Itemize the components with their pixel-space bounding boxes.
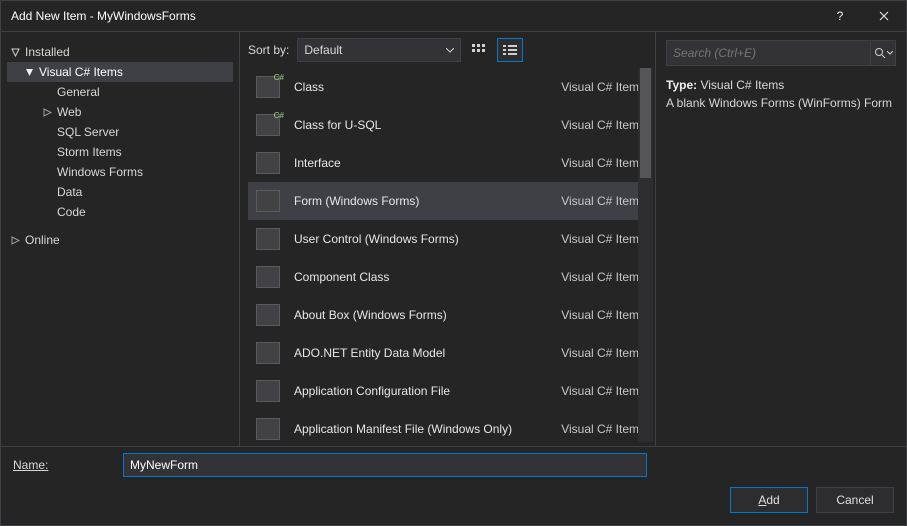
tree-node-child[interactable]: Data	[7, 182, 233, 202]
template-item[interactable]: C#Class for U-SQL Visual C# Items	[248, 106, 653, 144]
template-item[interactable]: C#Class Visual C# Items	[248, 68, 653, 106]
template-icon: C#	[248, 68, 288, 106]
expand-icon	[43, 88, 52, 97]
tree-node-child[interactable]: General	[7, 82, 233, 102]
expand-icon	[43, 128, 52, 137]
template-category: Visual C# Items	[561, 422, 645, 436]
name-label: NName:ame:	[13, 458, 113, 472]
add-button[interactable]: AddAdd	[730, 487, 808, 513]
template-name: Application Manifest File (Windows Only)	[288, 422, 553, 436]
tree-node-child[interactable]: Code	[7, 202, 233, 222]
search-button[interactable]	[870, 41, 895, 65]
template-name: User Control (Windows Forms)	[288, 232, 553, 246]
template-item[interactable]: Interface Visual C# Items	[248, 144, 653, 182]
close-icon	[879, 11, 889, 21]
footer: NName:ame: AddAdd Cancel	[1, 446, 906, 525]
search-box[interactable]	[666, 40, 896, 66]
close-button[interactable]	[862, 1, 906, 31]
expand-icon	[43, 208, 52, 217]
info-panel: Type: Visual C# Items A blank Windows Fo…	[656, 32, 906, 446]
tree-node-child[interactable]: Web	[7, 102, 233, 122]
window-title: Add New Item - MyWindowsForms	[11, 9, 818, 23]
template-icon	[248, 220, 288, 258]
view-details-button[interactable]	[497, 38, 523, 62]
chevron-down-icon	[887, 51, 893, 55]
template-category: Visual C# Items	[561, 118, 645, 132]
template-icon	[248, 334, 288, 372]
template-item[interactable]: About Box (Windows Forms) Visual C# Items	[248, 296, 653, 334]
toolbar: Sort by: Default	[240, 32, 655, 64]
expand-icon	[43, 108, 52, 117]
template-category: Visual C# Items	[561, 384, 645, 398]
scrollbar[interactable]	[638, 68, 653, 442]
dialog-window: Add New Item - MyWindowsForms ? Installe…	[0, 0, 907, 526]
expand-icon	[43, 168, 52, 177]
template-item[interactable]: ADO.NET Entity Data Model Visual C# Items	[248, 334, 653, 372]
template-category: Visual C# Items	[561, 232, 645, 246]
template-icon	[248, 182, 288, 220]
tree-node-csharp-items[interactable]: Visual C# Items	[7, 62, 233, 82]
template-name: Class	[288, 80, 553, 94]
template-category: Visual C# Items	[561, 270, 645, 284]
sort-combobox[interactable]: Default	[297, 38, 461, 62]
name-input[interactable]	[123, 453, 647, 477]
sort-value: Default	[304, 43, 342, 57]
list-icon	[503, 44, 517, 56]
grid-small-icon	[472, 44, 486, 56]
description: A blank Windows Forms (WinForms) Form	[666, 94, 896, 112]
scrollbar-thumb[interactable]	[640, 68, 651, 178]
template-icon	[248, 372, 288, 410]
template-item[interactable]: Form (Windows Forms) Visual C# Items	[248, 182, 653, 220]
type-line: Type: Visual C# Items	[666, 76, 896, 94]
template-icon	[248, 258, 288, 296]
template-name: Application Configuration File	[288, 384, 553, 398]
template-item[interactable]: User Control (Windows Forms) Visual C# It…	[248, 220, 653, 258]
template-category: Visual C# Items	[561, 308, 645, 322]
expand-icon	[11, 48, 20, 57]
template-icon	[248, 296, 288, 334]
template-list[interactable]: C#Class Visual C# Items C#Class for U-SQL V…	[248, 68, 653, 442]
template-name: Class for U-SQL	[288, 118, 553, 132]
template-item[interactable]: Component Class Visual C# Items	[248, 258, 653, 296]
template-name: About Box (Windows Forms)	[288, 308, 553, 322]
expand-icon	[43, 148, 52, 157]
expand-icon	[43, 188, 52, 197]
template-name: ADO.NET Entity Data Model	[288, 346, 553, 360]
view-small-icons-button[interactable]	[467, 39, 491, 61]
template-item[interactable]: Application Configuration File Visual C# …	[248, 372, 653, 410]
template-category: Visual C# Items	[561, 156, 645, 170]
template-category: Visual C# Items	[561, 194, 645, 208]
template-category: Visual C# Items	[561, 346, 645, 360]
tree-node-installed[interactable]: Installed	[7, 42, 233, 62]
template-item[interactable]: Application Manifest File (Windows Only)…	[248, 410, 653, 442]
tree-node-online[interactable]: Online	[7, 230, 233, 250]
tree-node-child[interactable]: Windows Forms	[7, 162, 233, 182]
chevron-down-icon	[446, 48, 454, 53]
help-button[interactable]: ?	[818, 1, 862, 31]
template-name: Form (Windows Forms)	[288, 194, 553, 208]
tree-node-child[interactable]: Storm Items	[7, 142, 233, 162]
template-panel: Sort by: Default	[239, 32, 656, 446]
template-name: Component Class	[288, 270, 553, 284]
template-category: Visual C# Items	[561, 80, 645, 94]
template-icon: C#	[248, 106, 288, 144]
template-name: Interface	[288, 156, 553, 170]
expand-icon	[25, 68, 34, 77]
sort-label: Sort by:	[248, 43, 289, 57]
titlebar: Add New Item - MyWindowsForms ?	[1, 1, 906, 32]
search-icon	[874, 47, 886, 59]
expand-icon	[11, 236, 20, 245]
tree-node-child[interactable]: SQL Server	[7, 122, 233, 142]
template-icon	[248, 410, 288, 442]
cancel-button[interactable]: Cancel	[816, 487, 894, 513]
search-input[interactable]	[667, 46, 870, 60]
template-icon	[248, 144, 288, 182]
category-tree[interactable]: Installed Visual C# Items GeneralWebSQL …	[1, 32, 239, 446]
